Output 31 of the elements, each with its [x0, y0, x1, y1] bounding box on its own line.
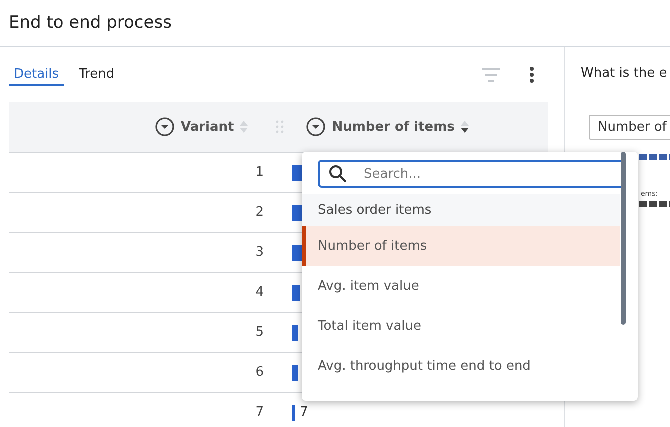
table-cell-text: 4: [254, 285, 264, 300]
search-icon: [329, 165, 347, 183]
table-cell-text: 7: [254, 405, 264, 420]
bar: [292, 324, 298, 340]
menu-item[interactable]: Avg. throughput time end to end: [302, 346, 620, 386]
group-header: Sales order items: [302, 194, 620, 226]
bar-value: 7: [300, 405, 308, 420]
dropdown-icon[interactable]: [155, 117, 175, 137]
menu-item[interactable]: Total item value: [302, 306, 620, 346]
menu-item[interactable]: Number of items: [302, 226, 620, 266]
sort-icon[interactable]: [460, 121, 469, 133]
question-text: What is the e: [581, 66, 668, 81]
menu-item[interactable]: Avg. item value: [302, 266, 620, 306]
dropdown-icon[interactable]: [306, 117, 326, 137]
column-header[interactable]: Variant: [181, 120, 234, 134]
column-header[interactable]: Number of items: [332, 120, 455, 134]
tab[interactable]: Trend: [74, 65, 120, 86]
table-cell-text: 3: [254, 245, 264, 260]
page-title: End to end process: [9, 13, 172, 33]
bar: [292, 364, 298, 380]
tab[interactable]: Details: [9, 65, 64, 86]
table-cell-text: 2: [254, 205, 264, 220]
more-icon[interactable]: [530, 66, 534, 82]
table-cell-text: 1: [254, 165, 264, 180]
table-cell-text: 5: [254, 325, 264, 340]
scrollbar[interactable]: [621, 152, 626, 325]
drag-handle-icon[interactable]: [276, 120, 284, 134]
table-cell-text: 6: [254, 365, 264, 380]
bar: [292, 284, 300, 300]
select-field[interactable]: Number of: [589, 115, 670, 140]
bar: [292, 404, 295, 420]
